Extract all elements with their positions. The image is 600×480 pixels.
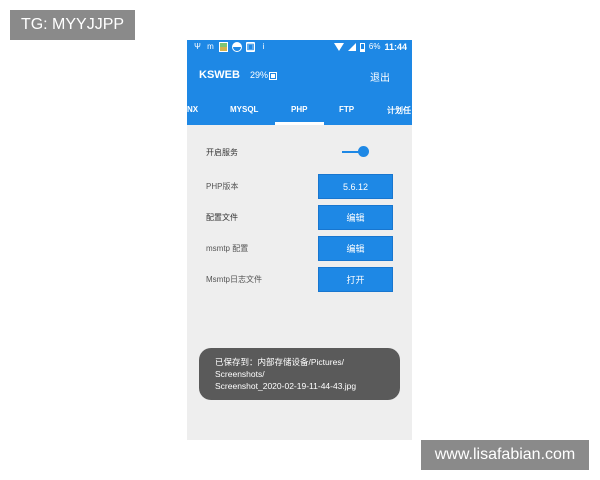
msmtp-log-label: Msmtp日志文件 — [206, 275, 262, 284]
tab-php[interactable]: PHP — [291, 105, 307, 114]
tab-cron[interactable]: 计划任 — [387, 105, 411, 116]
signal-icon — [347, 43, 356, 51]
tab-bar: NX MYSQL PHP FTP 计划任 — [187, 95, 412, 125]
info-icon: i — [262, 42, 265, 51]
php-version-label: PHP版本 — [206, 182, 239, 191]
page: TG: MYYJJPP www.lisafabian.com Ψ m ▣ i 6… — [0, 0, 600, 480]
status-bar: Ψ m ▣ i 6% 11:44 — [187, 40, 412, 57]
toast-line-2: Screenshots/ — [215, 369, 265, 379]
app-bar: KSWEB 29% 退出 — [187, 57, 412, 95]
tg-watermark: TG: MYYJJPP — [10, 10, 135, 40]
battery-percent: 6% — [368, 42, 381, 51]
cpu-usage-value: 29% — [250, 70, 269, 80]
service-label: 开启服务 — [206, 148, 238, 157]
msmtp-edit-button[interactable]: 编辑 — [318, 236, 393, 261]
msmtp-config-label: msmtp 配置 — [206, 244, 249, 253]
phone-screen: Ψ m ▣ i 6% 11:44 KSWEB 29% 退出 NX MYSQL P… — [187, 40, 412, 440]
clock: 11:44 — [384, 42, 407, 52]
toast-line-1: 已保存到：内部存储设备/Pictures/ — [215, 357, 344, 367]
gallery-icon — [219, 42, 228, 52]
site-watermark: www.lisafabian.com — [421, 440, 589, 470]
config-edit-button[interactable]: 编辑 — [318, 205, 393, 230]
php-version-button[interactable]: 5.6.12 — [318, 174, 393, 199]
tab-nginx[interactable]: NX — [187, 105, 198, 114]
screenshot-saved-toast: 已保存到：内部存储设备/Pictures/ Screenshots/ Scree… — [199, 348, 400, 400]
tab-ftp[interactable]: FTP — [339, 105, 354, 114]
wifi-icon — [333, 43, 344, 51]
usb-icon: Ψ — [194, 42, 201, 51]
cpu-usage: 29% — [250, 70, 278, 80]
msmtp-log-open-button[interactable]: 打开 — [318, 267, 393, 292]
exit-button[interactable]: 退出 — [370, 69, 390, 84]
photo-icon: ▣ — [246, 42, 255, 52]
battery-icon — [359, 42, 365, 52]
toast-line-3: Screenshot_2020-02-19-11-44-43.jpg — [215, 381, 357, 391]
config-file-label: 配置文件 — [206, 213, 238, 222]
half-circle-icon — [232, 42, 242, 52]
m-icon: m — [207, 42, 214, 51]
tab-mysql[interactable]: MYSQL — [230, 105, 258, 114]
service-toggle[interactable] — [358, 146, 369, 157]
app-title: KSWEB — [199, 69, 240, 81]
php-settings: 开启服务 PHP版本 5.6.12 配置文件 编辑 msmtp 配置 编辑 Ms… — [187, 125, 412, 355]
cpu-icon — [269, 71, 278, 80]
